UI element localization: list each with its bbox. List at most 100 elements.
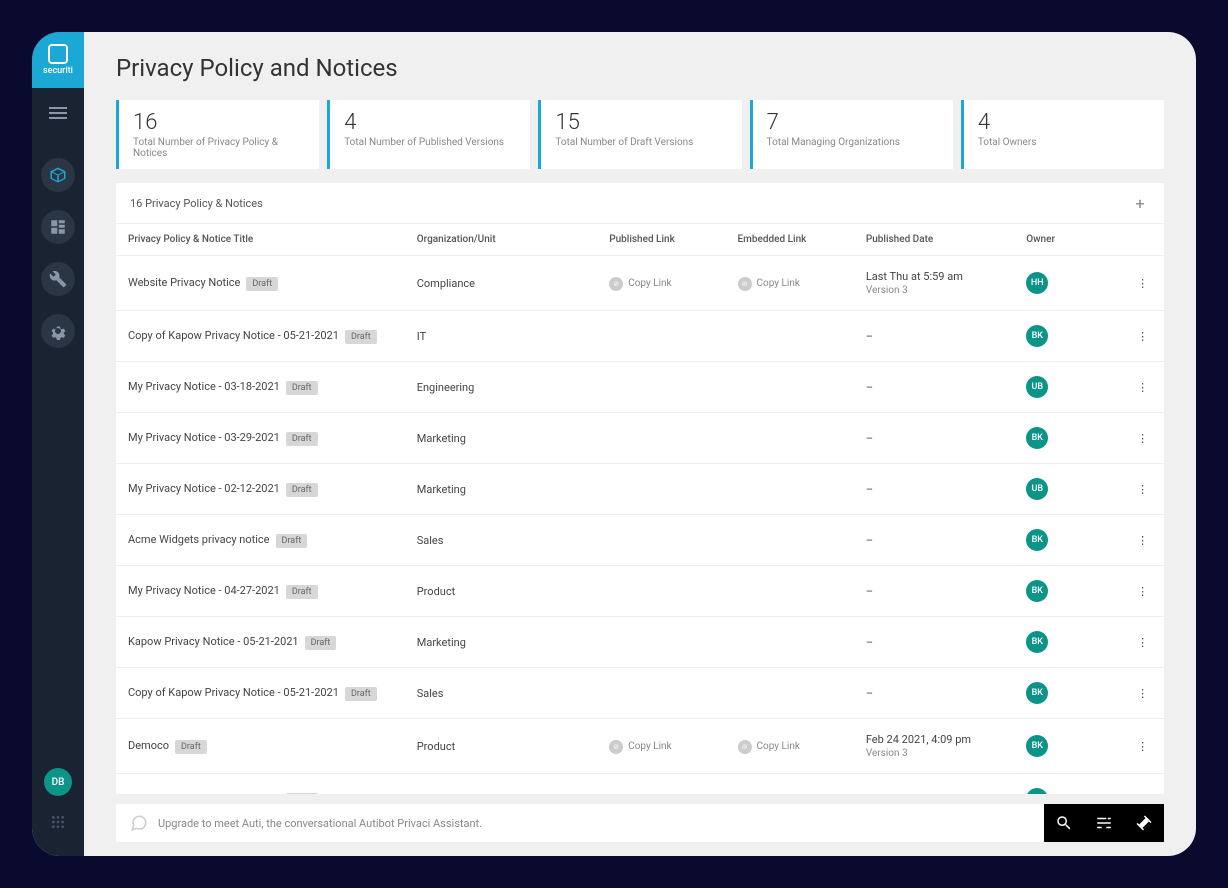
table-row[interactable]: DemocoDraftProduct⊘Copy Link⊘Copy LinkFe… xyxy=(116,719,1164,774)
published-date: – xyxy=(854,464,1014,515)
sidebar: securiti DB xyxy=(32,32,84,856)
wrench-icon xyxy=(49,270,67,288)
policies-table-container: 16 Privacy Policy & Notices + Privacy Po… xyxy=(116,183,1164,794)
filter-button[interactable] xyxy=(1084,804,1124,842)
row-actions-menu[interactable]: ⋮ xyxy=(1121,774,1164,795)
stat-value: 4 xyxy=(344,110,516,135)
draft-badge: Draft xyxy=(286,432,318,446)
table-row[interactable]: My Privacy Notice - 03-29-2021DraftMarke… xyxy=(116,413,1164,464)
org-cell: Marketing xyxy=(405,413,597,464)
nav-item-data[interactable] xyxy=(41,210,75,244)
stat-label: Total Number of Privacy Policy & Notices xyxy=(133,137,305,159)
copy-link-button[interactable]: ⊘Copy Link xyxy=(609,277,671,291)
owner-avatar[interactable]: BK xyxy=(1026,529,1048,551)
hammer-icon xyxy=(1135,814,1153,832)
table-row[interactable]: My Privacy Notice - 03-18-2021DraftEngin… xyxy=(116,362,1164,413)
col-header-published-date[interactable]: Published Date xyxy=(854,224,1014,256)
table-row[interactable]: My Privacy Notice - 02-12-2021DraftMarke… xyxy=(116,464,1164,515)
row-actions-menu[interactable]: ⋮ xyxy=(1121,719,1164,774)
add-policy-button[interactable]: + xyxy=(1130,193,1150,213)
table-row[interactable]: Website Privacy NoticeDraftCompliance⊘Co… xyxy=(116,256,1164,311)
published-date: – xyxy=(854,311,1014,362)
col-header-published-link[interactable]: Published Link xyxy=(597,224,725,256)
org-cell: Compliance xyxy=(405,774,597,795)
row-actions-menu[interactable]: ⋮ xyxy=(1121,464,1164,515)
chat-prompt-text: Upgrade to meet Auti, the conversational… xyxy=(158,817,482,830)
owner-avatar[interactable]: HH xyxy=(1026,272,1048,294)
brand-logo[interactable]: securiti xyxy=(32,32,84,88)
col-header-org[interactable]: Organization/Unit xyxy=(405,224,597,256)
stat-card[interactable]: 16Total Number of Privacy Policy & Notic… xyxy=(116,100,319,169)
row-actions-menu[interactable]: ⋮ xyxy=(1121,362,1164,413)
stat-card[interactable]: 15 Total Number of Draft Versions xyxy=(538,100,741,169)
table-row[interactable]: Copy of Kapow Privacy Notice - 05-21-202… xyxy=(116,668,1164,719)
draft-badge: Draft xyxy=(286,793,318,795)
chat-prompt[interactable]: Upgrade to meet Auti, the conversational… xyxy=(116,804,1044,842)
published-date: – xyxy=(854,668,1014,719)
stat-card[interactable]: 7 Total Managing Organizations xyxy=(750,100,953,169)
version-label: Version 3 xyxy=(866,285,1002,296)
apps-menu-icon[interactable] xyxy=(44,808,72,836)
row-actions-menu[interactable]: ⋮ xyxy=(1121,413,1164,464)
copy-link-button[interactable]: ⊘ Copy Link xyxy=(738,277,800,291)
owner-avatar[interactable]: UB xyxy=(1026,478,1048,500)
owner-avatar[interactable]: BK xyxy=(1026,427,1048,449)
published-date: – xyxy=(854,413,1014,464)
row-actions-menu[interactable]: ⋮ xyxy=(1121,617,1164,668)
owner-avatar[interactable]: UB xyxy=(1026,376,1048,398)
row-actions-menu[interactable]: ⋮ xyxy=(1121,566,1164,617)
user-avatar[interactable]: DB xyxy=(44,768,72,796)
link-icon: ⊘ xyxy=(609,277,623,291)
row-actions-menu[interactable]: ⋮ xyxy=(1121,515,1164,566)
chat-icon xyxy=(130,814,148,832)
col-header-embedded-link[interactable]: Embedded Link xyxy=(726,224,854,256)
table-row[interactable]: Kapow Privacy Notice - 05-21-2021DraftMa… xyxy=(116,617,1164,668)
table-row[interactable]: My Privacy Notice - 04-27-2021DraftProdu… xyxy=(116,566,1164,617)
stat-card[interactable]: 4 Total Number of Published Versions xyxy=(327,100,530,169)
table-row[interactable]: My Privacy Notice - 06-03-2021DraftCompl… xyxy=(116,774,1164,795)
org-cell: Sales xyxy=(405,515,597,566)
row-actions-menu[interactable]: ⋮ xyxy=(1121,256,1164,311)
row-actions-menu[interactable]: ⋮ xyxy=(1121,668,1164,719)
owner-avatar[interactable]: BK xyxy=(1026,580,1048,602)
stat-value: 15 xyxy=(555,110,727,135)
stat-label: Total Number of Draft Versions xyxy=(555,137,727,148)
hamburger-menu-icon[interactable] xyxy=(49,104,67,122)
copy-link-button[interactable]: ⊘Copy Link xyxy=(738,740,800,754)
owner-avatar[interactable]: BK xyxy=(1026,682,1048,704)
stat-label: Total Number of Published Versions xyxy=(344,137,516,148)
org-cell: Compliance xyxy=(405,256,597,311)
col-header-title[interactable]: Privacy Policy & Notice Title xyxy=(116,224,405,256)
owner-avatar[interactable]: FQ xyxy=(1026,788,1048,794)
policy-title: My Privacy Notice - 03-18-2021 xyxy=(128,380,280,393)
owner-avatar[interactable]: BK xyxy=(1026,325,1048,347)
org-cell: Marketing xyxy=(405,464,597,515)
stat-value: 7 xyxy=(767,110,939,135)
copy-link-label: Copy Link xyxy=(628,741,671,752)
stat-card[interactable]: 4Total Owners xyxy=(961,100,1164,169)
policy-title: Democo xyxy=(128,739,169,752)
copy-link-label: Copy Link xyxy=(757,278,800,289)
link-icon: ⊘ xyxy=(738,277,752,291)
stat-label: Total Owners xyxy=(978,137,1150,148)
published-date: – xyxy=(854,774,1014,795)
table-row[interactable]: Acme Widgets privacy noticeDraftSales–BK… xyxy=(116,515,1164,566)
owner-avatar[interactable]: BK xyxy=(1026,631,1048,653)
policy-title: My Privacy Notice - 04-27-2021 xyxy=(128,584,280,597)
nav-item-dashboard[interactable] xyxy=(41,158,75,192)
build-button[interactable] xyxy=(1124,804,1164,842)
nav-item-settings[interactable] xyxy=(41,314,75,348)
draft-badge: Draft xyxy=(305,636,337,650)
org-cell: Product xyxy=(405,719,597,774)
copy-link-button[interactable]: ⊘ Copy Link xyxy=(609,740,671,754)
stat-label: Total Managing Organizations xyxy=(767,137,939,148)
link-icon: ⊘ xyxy=(609,740,623,754)
search-button[interactable] xyxy=(1044,804,1084,842)
table-row[interactable]: Copy of Kapow Privacy Notice - 05-21-202… xyxy=(116,311,1164,362)
owner-avatar[interactable]: BK xyxy=(1026,735,1048,757)
nav-item-tools[interactable] xyxy=(41,262,75,296)
col-header-owner[interactable]: Owner xyxy=(1014,224,1121,256)
row-actions-menu[interactable]: ⋮ xyxy=(1121,311,1164,362)
brand-name: securiti xyxy=(43,66,73,76)
policy-title: Acme Widgets privacy notice xyxy=(128,533,270,546)
